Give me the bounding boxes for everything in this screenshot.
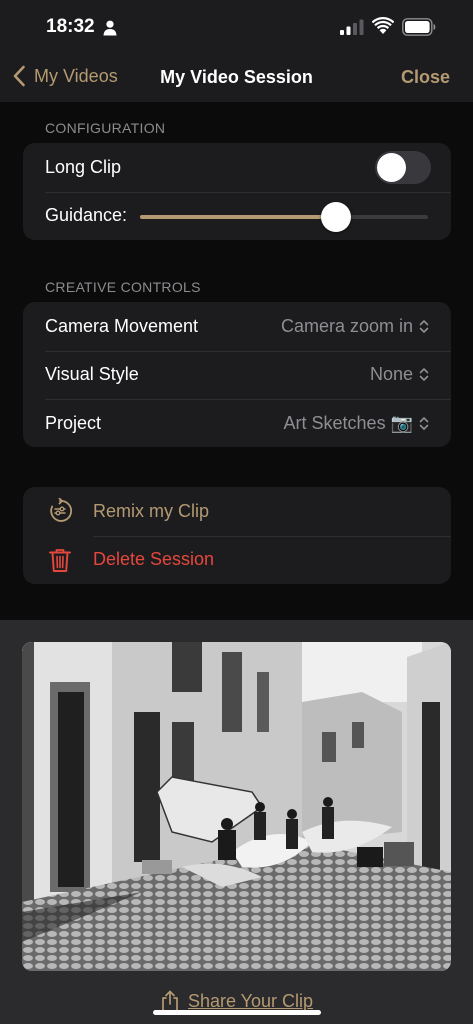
- remix-clip-label: Remix my Clip: [93, 500, 210, 521]
- status-bar: 18:32: [0, 0, 473, 56]
- camera-movement-picker[interactable]: Camera zoom in: [281, 316, 429, 337]
- camera-movement-value: Camera zoom in: [280, 315, 413, 336]
- status-time: 18:32: [46, 16, 95, 37]
- street-scene-photo: [22, 642, 451, 971]
- settings-content: CONFIGURATION Long Clip Guidance: CREATI…: [0, 102, 473, 620]
- creative-controls-group: Camera Movement Camera zoom in Visual St…: [23, 302, 451, 447]
- delete-session-label: Delete Session: [93, 549, 215, 570]
- visual-style-label: Visual Style: [45, 364, 139, 385]
- remix-clip-button[interactable]: Remix my Clip: [23, 487, 451, 536]
- home-indicator: [153, 1010, 321, 1015]
- cellular-signal-icon: [340, 19, 364, 35]
- configuration-section-header: CONFIGURATION: [45, 120, 166, 136]
- long-clip-label: Long Clip: [45, 156, 122, 177]
- project-value: Art Sketches 📷: [283, 412, 413, 433]
- share-clip-button[interactable]: Share Your Clip: [0, 990, 473, 1012]
- clip-preview-image[interactable]: [22, 642, 451, 971]
- project-row[interactable]: Project Art Sketches 📷: [23, 399, 451, 447]
- delete-session-button[interactable]: Delete Session: [23, 535, 451, 585]
- visual-style-picker[interactable]: None: [370, 364, 429, 385]
- camera-movement-row[interactable]: Camera Movement Camera zoom in: [23, 302, 451, 351]
- clip-preview-area: Share Your Clip: [0, 620, 473, 1024]
- creative-controls-section-header: CREATIVE CONTROLS: [45, 279, 201, 295]
- wifi-icon: [372, 17, 394, 34]
- trash-icon: [49, 548, 71, 572]
- guidance-slider-thumb[interactable]: [320, 201, 351, 232]
- battery-icon: [402, 18, 436, 36]
- project-label: Project: [45, 412, 102, 433]
- close-button[interactable]: Close: [401, 67, 450, 88]
- person-icon: [103, 20, 117, 36]
- chevron-up-down-icon: [419, 416, 429, 430]
- long-clip-toggle[interactable]: [375, 151, 431, 184]
- guidance-row: Guidance:: [23, 191, 451, 241]
- share-clip-label: Share Your Clip: [187, 990, 314, 1011]
- visual-style-row[interactable]: Visual Style None: [23, 350, 451, 400]
- guidance-slider[interactable]: [140, 201, 428, 232]
- toggle-knob: [377, 153, 406, 182]
- configuration-group: Long Clip Guidance:: [23, 143, 451, 240]
- share-icon: [162, 990, 178, 1012]
- back-button[interactable]: My Videos: [12, 65, 118, 87]
- long-clip-row: Long Clip: [23, 143, 451, 192]
- chevron-up-down-icon: [419, 368, 429, 382]
- back-button-label: My Videos: [34, 65, 118, 86]
- visual-style-value: None: [369, 364, 413, 385]
- guidance-slider-fill: [140, 214, 336, 219]
- actions-group: Remix my Clip Delete Session: [23, 487, 451, 584]
- guidance-label: Guidance:: [45, 205, 128, 226]
- remix-icon: [50, 498, 73, 522]
- navigation-bar: My Videos My Video Session Close: [0, 56, 473, 102]
- chevron-left-icon: [13, 65, 25, 87]
- project-picker[interactable]: Art Sketches 📷: [284, 413, 429, 434]
- chevron-up-down-icon: [419, 319, 429, 333]
- camera-movement-label: Camera Movement: [45, 315, 199, 336]
